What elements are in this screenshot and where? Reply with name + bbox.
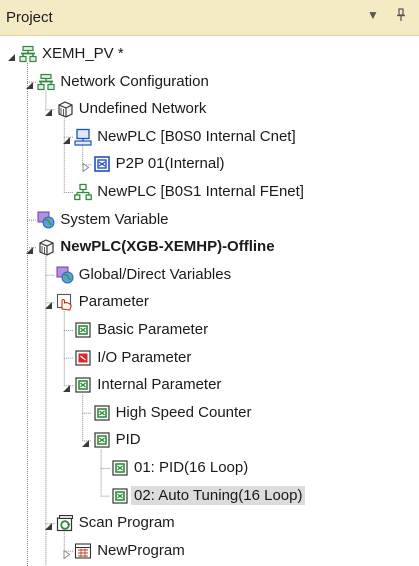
- project-icon: [19, 45, 37, 63]
- basic-parameter-icon: [74, 321, 92, 339]
- ladder-program-icon: [74, 542, 92, 560]
- collapse-arrow-icon[interactable]: [81, 435, 90, 448]
- parameter-hand-icon: [56, 293, 74, 311]
- tree-item-label: NewPLC [B0S0 Internal Cnet]: [97, 127, 296, 145]
- panel-title: Project: [6, 9, 53, 26]
- tree-item[interactable]: 01: PID(16 Loop): [0, 454, 419, 481]
- tree-item[interactable]: 02: Auto Tuning(16 Loop): [0, 482, 419, 509]
- fenet-plc-icon: [74, 183, 93, 201]
- internal-parameter-icon: [74, 376, 92, 394]
- tree-item-label: 01: PID(16 Loop): [134, 459, 249, 476]
- collapse-arrow-icon[interactable]: [25, 242, 34, 255]
- scan-program-icon: [56, 514, 74, 532]
- tree-item[interactable]: NewPLC(XGB-XEMHP)-Offline: [0, 233, 419, 260]
- tree-item-label: Basic Parameter: [97, 321, 209, 338]
- variable-globe-icon: [56, 266, 74, 284]
- tree-item[interactable]: Undefined Network: [0, 95, 419, 122]
- expand-arrow-icon[interactable]: [81, 159, 90, 173]
- collapse-arrow-icon[interactable]: [7, 49, 16, 61]
- collapse-arrow-icon[interactable]: [62, 380, 71, 393]
- parameter-module-icon: [111, 459, 129, 477]
- network-cube-icon: [56, 100, 74, 118]
- pin-icon[interactable]: [396, 8, 406, 25]
- collapse-arrow-icon[interactable]: [44, 104, 53, 117]
- tree-item[interactable]: NewProgram: [0, 537, 419, 564]
- tree-item[interactable]: I/O Parameter: [0, 344, 419, 371]
- tree-item[interactable]: System Variable: [0, 206, 419, 233]
- tree-item[interactable]: XEMH_PV *: [0, 40, 419, 67]
- tree-item-label: NewProgram: [97, 541, 185, 559]
- tree-item-label: Undefined Network: [78, 100, 207, 118]
- tree-item-label: NewPLC [B0S1 Internal FEnet]: [97, 183, 304, 200]
- triangle-down-icon[interactable]: ▼: [367, 8, 379, 22]
- tree-item[interactable]: Internal Parameter: [0, 371, 419, 398]
- network-config-icon: [37, 73, 55, 91]
- plc-cube-icon: [37, 238, 55, 256]
- collapse-arrow-icon[interactable]: [62, 132, 71, 144]
- tree-item[interactable]: Basic Parameter: [0, 316, 419, 343]
- tree-item-label: I/O Parameter: [97, 348, 192, 366]
- parameter-module-icon: [93, 431, 111, 449]
- parameter-module-icon: [93, 404, 111, 422]
- cnet-plc-icon: [74, 128, 92, 146]
- tree-item[interactable]: Parameter: [0, 288, 419, 315]
- tree-item[interactable]: High Speed Counter: [0, 399, 419, 426]
- tree-item-label: PID: [115, 431, 141, 449]
- tree-item-label: System Variable: [60, 210, 169, 228]
- io-parameter-icon: [74, 349, 92, 367]
- tree-item-label: High Speed Counter: [115, 403, 252, 421]
- tree-item[interactable]: Network Configuration: [0, 68, 419, 95]
- tree-item-label: 02: Auto Tuning(16 Loop): [131, 485, 306, 505]
- tree-item[interactable]: P2P 01(Internal): [0, 150, 419, 177]
- tree-item[interactable]: NewPLC [B0S0 Internal Cnet]: [0, 123, 419, 150]
- panel-title-bar: Project ▼: [0, 0, 419, 36]
- collapse-arrow-icon[interactable]: [25, 77, 34, 89]
- tree-item-label: Global/Direct Variables: [78, 265, 232, 283]
- collapse-arrow-icon[interactable]: [44, 297, 53, 310]
- tree-item[interactable]: Global/Direct Variables: [0, 261, 419, 288]
- tree-item-label: Internal Parameter: [97, 376, 222, 394]
- tree-item[interactable]: NewPLC [B0S1 Internal FEnet]: [0, 178, 419, 205]
- tree-item-label: Network Configuration: [60, 72, 209, 90]
- tree-item-label: Scan Program: [78, 514, 175, 532]
- tree-item[interactable]: PID: [0, 426, 419, 453]
- tree-item-label: NewPLC(XGB-XEMHP)-Offline: [60, 238, 275, 256]
- variable-globe-icon: [37, 211, 55, 229]
- tree-item-label: Parameter: [78, 293, 149, 311]
- p2p-parameter-icon: [93, 155, 111, 173]
- collapse-arrow-icon[interactable]: [44, 518, 53, 531]
- project-tree: XEMH_PV * Network Configuration Undefine…: [0, 36, 419, 566]
- parameter-module-icon: [111, 487, 129, 505]
- tree-item[interactable]: Scan Program: [0, 509, 419, 536]
- tree-item-label: XEMH_PV *: [42, 45, 124, 62]
- expand-arrow-icon[interactable]: [62, 546, 71, 560]
- tree-item-label: P2P 01(Internal): [115, 155, 225, 173]
